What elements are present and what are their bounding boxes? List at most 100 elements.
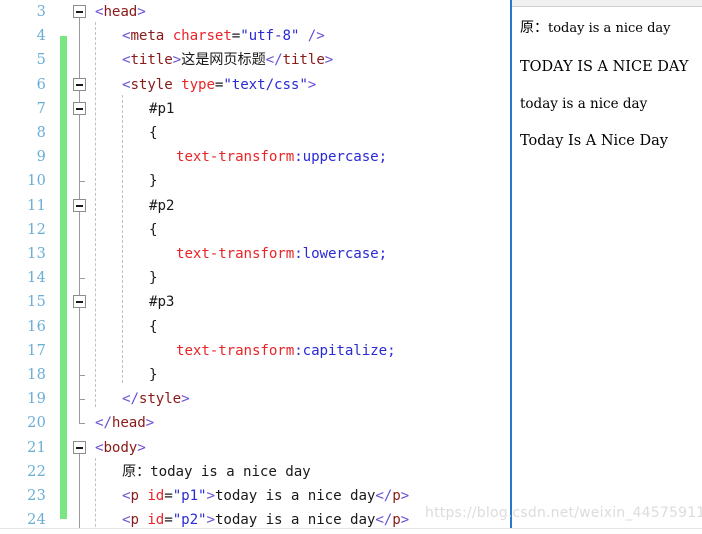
code-line[interactable]: 14}	[0, 266, 510, 290]
code-line-text[interactable]: }	[149, 363, 158, 387]
token-cjk: 这是网页标题	[181, 52, 266, 69]
token-bracket: </	[375, 512, 393, 529]
token-punc: :	[294, 342, 303, 359]
token-brace: {	[149, 221, 158, 238]
token-sel: #p3	[149, 294, 175, 311]
token-prop: text-transform	[176, 246, 295, 262]
token-attr: charset	[172, 28, 232, 45]
line-number: 7	[36, 100, 46, 117]
code-editor-pane[interactable]: 3 <head> 4 <meta charset="utf-8" /> 5 <title>…	[0, 0, 510, 534]
indent-guide	[95, 22, 96, 408]
code-line-text[interactable]: <meta charset="utf-8" />	[122, 24, 325, 48]
token-bracket: >	[400, 488, 410, 504]
code-line-text[interactable]: #p1	[149, 97, 174, 121]
code-line-text[interactable]: <style type="text/css">	[122, 73, 316, 97]
token-bracket: >	[324, 52, 334, 69]
code-line-text[interactable]: </style>	[122, 387, 190, 411]
code-line[interactable]: 9 text-transform:uppercase;	[0, 145, 510, 169]
code-line[interactable]: 16 {	[0, 315, 510, 339]
token-bracket: >	[172, 52, 182, 69]
code-line-text[interactable]: <body>	[95, 436, 146, 460]
token-pval: capitalize	[302, 342, 388, 359]
code-line[interactable]: 18}	[0, 363, 510, 387]
preview-original-line: 原：today is a nice day	[512, 17, 702, 37]
token-tag: head	[111, 415, 146, 432]
token-cjk: 原	[122, 463, 137, 480]
line-number: 22	[27, 463, 46, 480]
line-number: 5	[36, 52, 46, 69]
code-line[interactable]: 20 </head>	[0, 411, 510, 435]
code-line[interactable]: 15 #p3	[0, 290, 510, 314]
bottom-edge-divider	[0, 528, 702, 534]
token-brace: }	[149, 270, 158, 287]
code-line-text[interactable]: 原：today is a nice day	[122, 460, 311, 484]
code-line-text[interactable]: }	[149, 169, 158, 193]
line-number: 9	[36, 149, 46, 166]
token-bracket: >	[206, 512, 215, 529]
preview-paragraph-p2: today is a nice day	[520, 96, 648, 112]
code-line[interactable]: 5 <title>这是网页标题</title>	[0, 48, 510, 72]
token-tag: style	[130, 76, 173, 93]
token-val: "utf-8"	[240, 28, 300, 45]
code-line-text[interactable]: text-transform:uppercase;	[176, 145, 387, 169]
token-sel: #p1	[149, 100, 175, 117]
code-line-text[interactable]: </head>	[95, 411, 154, 435]
code-line[interactable]: 4 <meta charset="utf-8" />	[0, 24, 510, 48]
token-bracket: >	[137, 439, 146, 456]
token-val: "p2"	[172, 512, 207, 529]
preview-original-label-cjk: 原	[520, 20, 534, 36]
token-bracket: >	[206, 488, 215, 504]
code-line[interactable]: 7 #p1	[0, 97, 510, 121]
code-line-text[interactable]: {	[149, 121, 158, 145]
token-tag: p	[130, 488, 139, 504]
preview-paragraph-p1: TODAY IS A NICE DAY	[520, 59, 689, 75]
code-line-text[interactable]: text-transform:lowercase;	[176, 242, 387, 266]
code-line[interactable]: 10}	[0, 169, 510, 193]
token-sel: #p2	[149, 197, 175, 214]
preview-document-body: 原：today is a nice day TODAY IS A NICE DA…	[512, 8, 702, 149]
code-line[interactable]: 19 </style>	[0, 387, 510, 411]
token-bracket: >	[145, 415, 155, 432]
code-line[interactable]: 21 <body>	[0, 436, 510, 460]
token-tag: body	[103, 439, 138, 456]
token-tag: style	[138, 391, 182, 408]
line-number: 11	[27, 197, 46, 214]
code-line-text[interactable]: <title>这是网页标题</title>	[122, 48, 333, 72]
line-number: 12	[27, 221, 46, 238]
code-line-text[interactable]: <p id="p1">today is a nice day</p>	[122, 484, 409, 508]
code-line[interactable]: 22 原：today is a nice day	[0, 460, 510, 484]
code-line[interactable]: 13 text-transform:lowercase;	[0, 242, 510, 266]
line-number: 6	[36, 76, 46, 93]
code-line[interactable]: 17 text-transform:capitalize;	[0, 339, 510, 363]
code-line[interactable]: 12 {	[0, 218, 510, 242]
line-number: 23	[27, 488, 46, 504]
token-bracket: >	[307, 76, 317, 93]
line-number: 17	[27, 342, 46, 359]
line-number: 20	[27, 415, 46, 432]
code-line-text[interactable]: text-transform:capitalize;	[176, 339, 396, 363]
code-line[interactable]: 3 <head>	[0, 0, 510, 24]
token-plain: =	[164, 488, 173, 504]
code-line[interactable]: 8{	[0, 121, 510, 145]
line-number: 13	[27, 246, 46, 262]
token-punc: :	[294, 149, 303, 166]
line-number: 14	[27, 270, 46, 287]
preview-original-text: today is a nice day	[548, 21, 671, 36]
token-attr: id	[147, 512, 165, 529]
code-line-text[interactable]: <head>	[95, 0, 146, 24]
code-line-text[interactable]: #p2	[149, 194, 174, 218]
preview-toolbar-strip	[512, 0, 702, 7]
code-line[interactable]: 11 #p2	[0, 194, 510, 218]
token-attr: type	[181, 76, 215, 93]
token-tag: title	[282, 52, 325, 69]
code-line-text[interactable]: #p3	[149, 290, 174, 314]
token-plain: today is a nice day	[214, 488, 376, 504]
line-number: 19	[27, 391, 46, 408]
code-line[interactable]: 6 <style type="text/css">	[0, 73, 510, 97]
token-punc: ;	[387, 342, 396, 359]
browser-preview-pane[interactable]: 原：today is a nice day TODAY IS A NICE DA…	[510, 0, 702, 534]
code-line-text[interactable]: {	[149, 315, 158, 339]
code-line-text[interactable]: }	[149, 266, 158, 290]
code-line-text[interactable]: {	[149, 218, 158, 242]
